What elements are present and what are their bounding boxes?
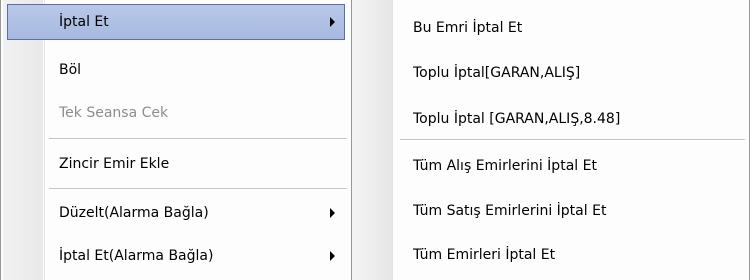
menu-separator (49, 138, 347, 140)
menu-item-label: Zincir Emir Ekle (59, 156, 170, 172)
submenu-item-toplu-iptal-fiyat[interactable]: Toplu İptal [GARAN,ALIŞ,8.48] (352, 101, 749, 137)
submenu-arrow-icon (330, 208, 335, 218)
submenu-item-label: Toplu İptal[GARAN,ALIŞ] (413, 65, 581, 81)
menu-item-label: Böl (59, 62, 82, 78)
submenu-arrow-icon (330, 251, 335, 261)
menu-item-label: İptal Et (59, 14, 109, 30)
submenu-item-label: Bu Emri İptal Et (413, 20, 523, 36)
menu-separator (49, 188, 347, 190)
menu-item-iptal-et[interactable]: İptal Et (7, 4, 345, 40)
submenu-arrow-icon (330, 17, 335, 27)
menu-item-duzelt-alarma-bagla[interactable]: Düzelt(Alarma Bağla) (7, 195, 345, 231)
context-menu: İptal Et Böl Tek Seansa Cek Zincir Emir … (0, 0, 352, 280)
submenu-item-bu-emri-iptal-et[interactable]: Bu Emri İptal Et (352, 10, 749, 46)
submenu-item-tum-satis-emirleri[interactable]: Tüm Satış Emirlerini İptal Et (352, 193, 749, 229)
submenu-iptal-et: Bu Emri İptal Et Toplu İptal[GARAN,ALIŞ]… (352, 0, 750, 280)
menu-item-iptal-et-alarma-bagla[interactable]: İptal Et(Alarma Bağla) (7, 238, 345, 274)
submenu-item-label: Toplu İptal [GARAN,ALIŞ,8.48] (413, 111, 621, 127)
menu-item-label: Tek Seansa Cek (59, 105, 169, 121)
submenu-item-tum-alis-emirleri[interactable]: Tüm Alış Emirlerini İptal Et (352, 148, 749, 184)
menu-item-label: İptal Et(Alarma Bağla) (59, 248, 214, 264)
submenu-item-label: Tüm Alış Emirlerini İptal Et (413, 158, 597, 174)
submenu-item-label: Tüm Emirleri İptal Et (413, 247, 556, 263)
menu-item-label: Düzelt(Alarma Bağla) (59, 205, 209, 221)
menu-item-bol[interactable]: Böl (7, 52, 345, 88)
submenu-item-tum-emirleri[interactable]: Tüm Emirleri İptal Et (352, 237, 749, 273)
submenu-item-toplu-iptal[interactable]: Toplu İptal[GARAN,ALIŞ] (352, 55, 749, 91)
menu-item-tek-seansa-cek: Tek Seansa Cek (7, 95, 345, 131)
submenu-item-label: Tüm Satış Emirlerini İptal Et (413, 203, 607, 219)
submenu-separator (400, 139, 745, 141)
menu-item-zincir-emir-ekle[interactable]: Zincir Emir Ekle (7, 146, 345, 182)
